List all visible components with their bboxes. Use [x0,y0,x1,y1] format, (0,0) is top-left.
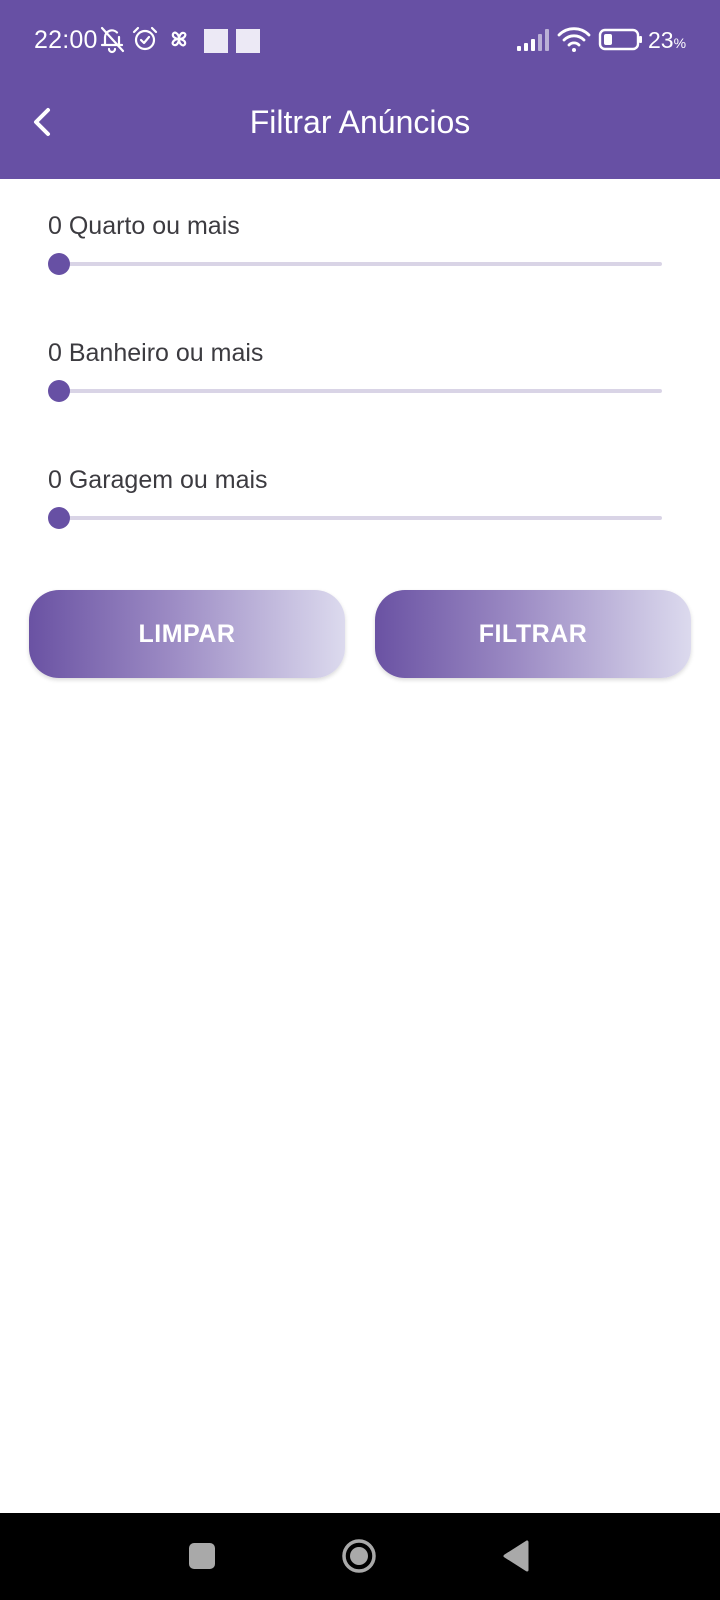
filter-label: 0 Quarto ou mais [48,212,240,240]
pinwheel-icon [165,24,193,54]
bathrooms-slider[interactable] [48,379,664,403]
notification-square-icon [236,29,260,53]
recents-square-icon[interactable] [184,1538,220,1574]
notification-square-icon [204,29,228,53]
bedrooms-slider[interactable] [48,252,664,276]
filter-button[interactable]: FILTRAR [375,590,691,678]
app-bar: Filtrar Anúncios [0,84,720,179]
slider-thumb[interactable] [48,253,70,275]
slider-track [52,389,662,393]
clear-button[interactable]: LIMPAR [29,590,345,678]
signal-icon [516,24,550,54]
slider-thumb[interactable] [48,380,70,402]
notifications-off-icon [98,24,126,54]
alarm-icon [131,24,159,54]
battery-icon [598,24,644,54]
home-circle-icon[interactable] [341,1538,377,1574]
filter-label: 0 Garagem ou mais [48,466,268,494]
status-bar: 22:00 23% [0,0,720,84]
garages-slider[interactable] [48,506,664,530]
filter-label: 0 Banheiro ou mais [48,339,264,367]
battery-percent: 23% [648,27,687,53]
slider-track [52,516,662,520]
slider-thumb[interactable] [48,507,70,529]
navigation-bar [0,1513,720,1600]
back-triangle-icon[interactable] [498,1538,534,1574]
wifi-icon [556,24,592,54]
page-title: Filtrar Anúncios [249,104,471,140]
status-time: 22:00 [34,26,98,54]
slider-track [52,262,662,266]
